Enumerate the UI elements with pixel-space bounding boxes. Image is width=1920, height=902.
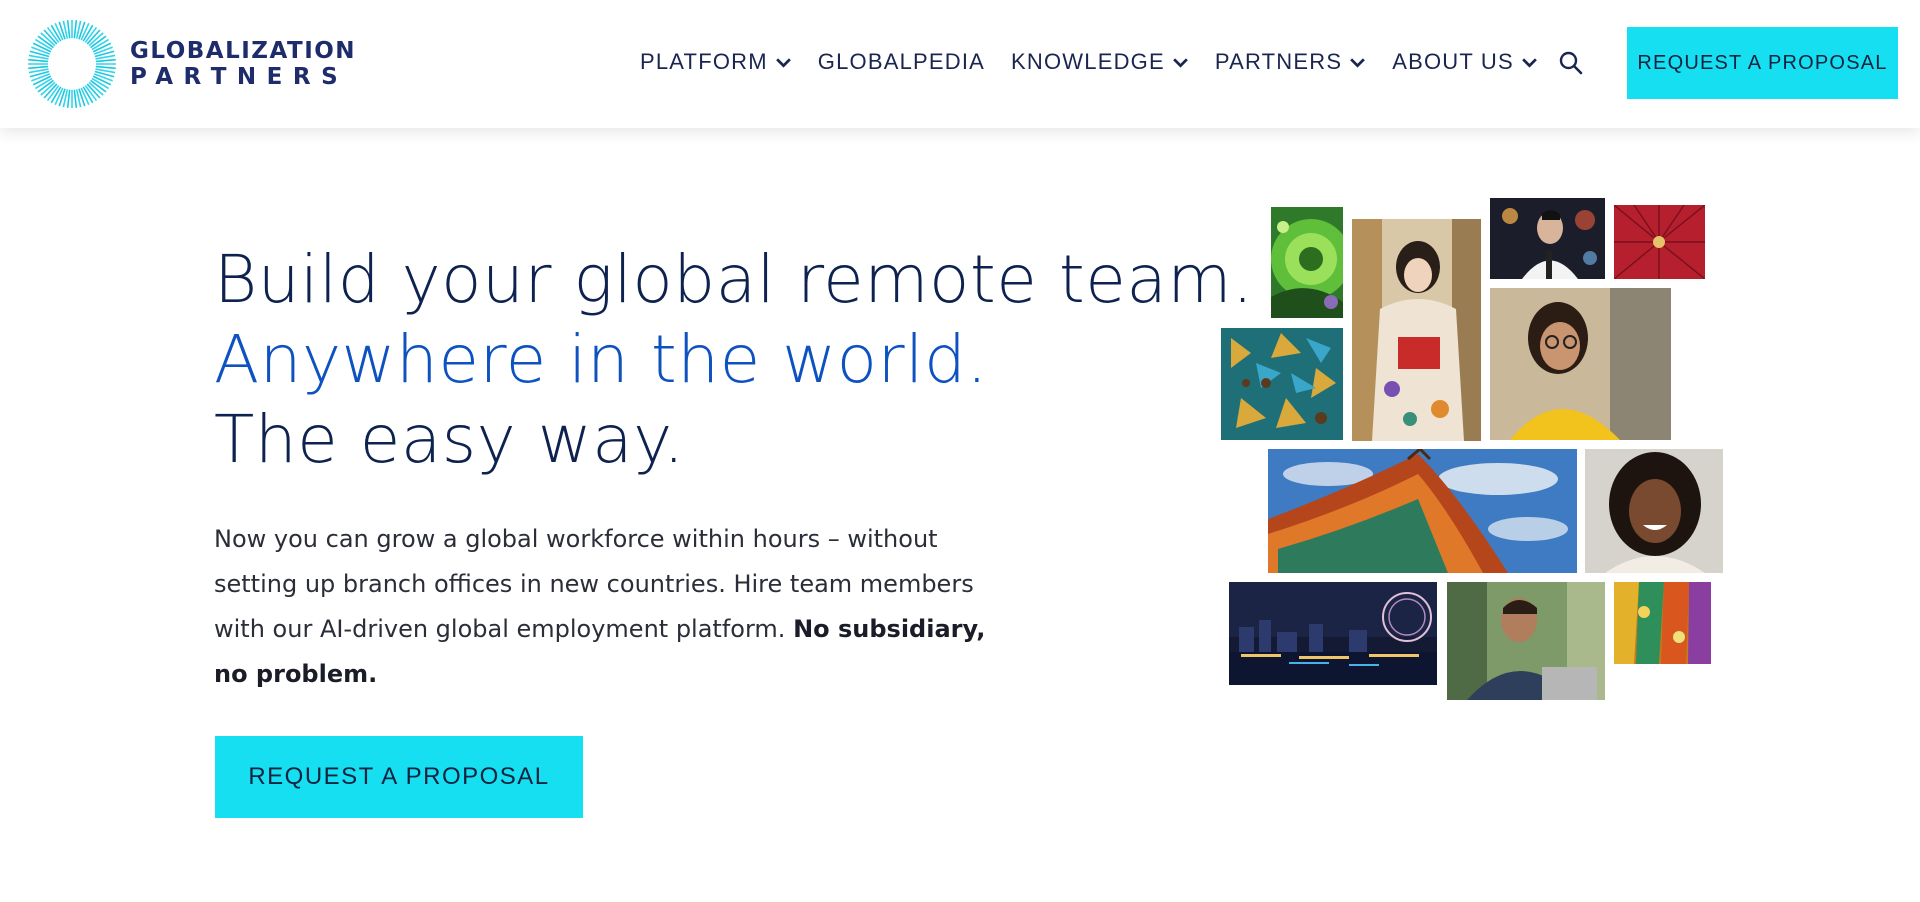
temple-roof-image <box>1268 449 1577 573</box>
nav-label: GLOBALPEDIA <box>817 49 986 74</box>
smiling-woman-image <box>1585 449 1723 573</box>
man-with-laptop-image <box>1447 582 1605 700</box>
red-umbrella-image <box>1614 205 1705 279</box>
nav-label: PLATFORM <box>640 49 768 74</box>
nav-label: KNOWLEDGE <box>1011 49 1165 74</box>
site-header: GLOBALIZATION PARTNERS PLATFORM GLOBALPE… <box>0 0 1920 128</box>
search-icon[interactable] <box>1558 50 1584 76</box>
nav-item-platform[interactable]: PLATFORM <box>640 49 792 75</box>
nav-item-partners[interactable]: PARTNERS <box>1215 49 1366 75</box>
chevron-down-icon <box>1350 57 1366 68</box>
hero-description: Now you can grow a global workforce with… <box>214 517 1004 697</box>
nav-label: ABOUT US <box>1392 49 1514 74</box>
sunburst-logo-icon <box>28 20 116 108</box>
nav-item-about-us[interactable]: ABOUT US <box>1392 49 1538 75</box>
nav-item-globalpedia[interactable]: GLOBALPEDIA <box>818 49 985 75</box>
nav-item-knowledge[interactable]: KNOWLEDGE <box>1011 49 1189 75</box>
request-proposal-button-hero[interactable]: REQUEST A PROPOSAL <box>215 736 583 818</box>
chevron-down-icon <box>775 57 791 68</box>
man-on-phone-image <box>1490 198 1605 279</box>
hero-headline: Build your global remote team. Anywhere … <box>214 240 1254 480</box>
woman-yellow-sweater-image <box>1490 288 1671 440</box>
logo-text-line2: PARTNERS <box>130 64 349 90</box>
logo-text-line1: GLOBALIZATION <box>130 38 357 64</box>
company-logo[interactable]: GLOBALIZATION PARTNERS <box>26 18 356 110</box>
headline-line-1: Build your global remote team. <box>214 241 1254 318</box>
chevron-down-icon <box>1522 57 1537 68</box>
main-nav: PLATFORM GLOBALPEDIA KNOWLEDGE PARTNERS … <box>640 44 1564 80</box>
kimono-woman-image <box>1352 219 1481 441</box>
headline-line-3: The easy way. <box>214 401 685 478</box>
chevron-down-icon <box>1173 57 1188 68</box>
city-skyline-image <box>1229 582 1437 685</box>
nav-label: PARTNERS <box>1214 49 1343 74</box>
green-dome-image <box>1271 207 1343 318</box>
headline-line-2: Anywhere in the world. <box>214 321 988 398</box>
colorful-fabrics-image <box>1614 582 1711 664</box>
request-proposal-button-header[interactable]: REQUEST A PROPOSAL <box>1627 27 1898 99</box>
